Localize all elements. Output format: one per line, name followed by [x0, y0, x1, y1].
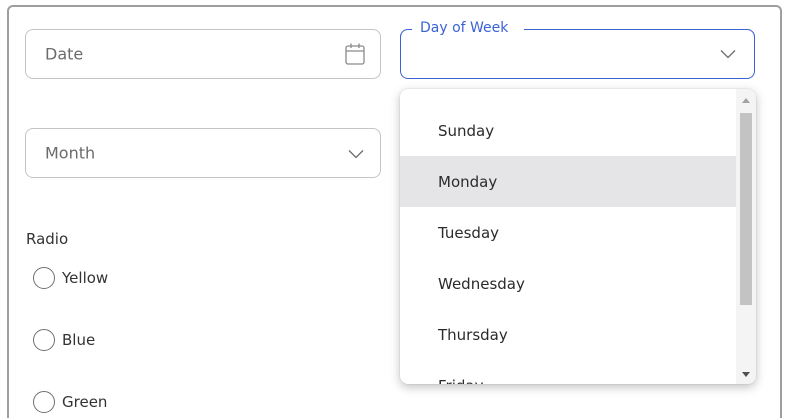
option-sunday[interactable]: Sunday [400, 105, 736, 156]
dropdown-scrollbar[interactable] [736, 89, 756, 384]
day-of-week-dropdown: Sunday Monday Tuesday Wednesday Thursday… [400, 89, 756, 384]
day-of-week-border [524, 29, 755, 37]
radio-label[interactable]: Blue [62, 331, 95, 349]
radio-option-green[interactable]: Green [33, 391, 107, 413]
chevron-down-icon[interactable] [348, 149, 364, 159]
option-tuesday[interactable]: Tuesday [400, 207, 736, 258]
dropdown-options: Sunday Monday Tuesday Wednesday Thursday… [400, 89, 736, 384]
month-select[interactable]: Month [25, 128, 381, 178]
radio-button[interactable] [33, 267, 55, 289]
form-card: Date Day of Week Month Radio Yellow Blue… [7, 5, 782, 418]
radio-option-yellow[interactable]: Yellow [33, 267, 108, 289]
date-field[interactable]: Date [25, 29, 381, 79]
radio-label[interactable]: Green [62, 393, 107, 411]
radio-option-blue[interactable]: Blue [33, 329, 95, 351]
calendar-icon[interactable] [345, 43, 365, 65]
option-wednesday[interactable]: Wednesday [400, 258, 736, 309]
date-placeholder: Date [45, 44, 84, 64]
day-of-week-border [400, 29, 412, 37]
scroll-down-arrow-icon[interactable] [742, 372, 750, 377]
chevron-down-icon[interactable] [720, 49, 736, 59]
radio-heading: Radio [26, 230, 69, 248]
option-thursday[interactable]: Thursday [400, 309, 736, 360]
option-friday[interactable]: Friday [400, 360, 736, 385]
radio-button[interactable] [33, 329, 55, 351]
radio-button[interactable] [33, 391, 55, 413]
radio-label[interactable]: Yellow [62, 269, 108, 287]
scroll-up-arrow-icon[interactable] [742, 98, 750, 103]
day-of-week-label: Day of Week [418, 20, 511, 36]
month-placeholder: Month [45, 143, 96, 163]
scrollbar-thumb[interactable] [740, 113, 752, 305]
option-monday[interactable]: Monday [400, 156, 736, 207]
